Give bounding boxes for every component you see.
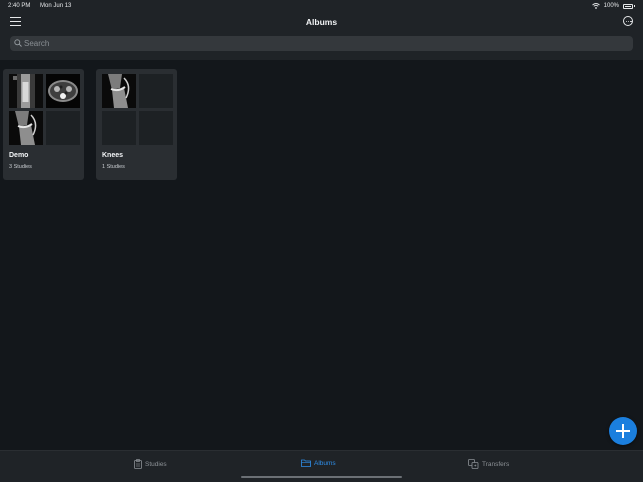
add-album-button[interactable] [609, 417, 637, 445]
xray-thumbnail [9, 74, 43, 108]
tab-label: Transfers [482, 460, 510, 468]
search-icon [14, 39, 22, 47]
knee-mri-thumbnail [9, 111, 43, 145]
status-date: Mon Jun 13 [40, 3, 72, 9]
album-name: Demo [9, 152, 29, 159]
clipboard-icon [134, 459, 142, 469]
battery-percent: 100% [603, 3, 619, 9]
status-time: 2:40 PM [8, 3, 31, 9]
ct-scan-thumbnail [46, 74, 80, 108]
more-options-icon[interactable] [623, 16, 633, 26]
knee-mri-thumbnail [102, 74, 136, 108]
page-title: Albums [305, 17, 338, 27]
empty-thumbnail [139, 111, 173, 145]
folder-icon [301, 459, 311, 467]
album-card-knees[interactable]: Knees 1 Studies [96, 69, 177, 180]
album-study-count: 3 Studies [9, 164, 32, 170]
tab-albums[interactable]: Albums [301, 459, 336, 467]
home-indicator [241, 476, 402, 478]
tab-studies[interactable]: Studies [134, 459, 167, 469]
album-study-count: 1 Studies [102, 164, 125, 170]
battery-icon [623, 3, 633, 9]
battery-tip [634, 5, 635, 7]
album-name: Knees [102, 152, 124, 159]
tab-label: Albums [314, 459, 336, 467]
status-time-date: 2:40 PM Mon Jun 13 [8, 3, 71, 9]
search-box[interactable] [10, 36, 633, 51]
album-thumbnail-grid [9, 74, 80, 145]
status-bar: 2:40 PM Mon Jun 13 100% [0, 0, 643, 12]
tab-label: Studies [145, 460, 167, 468]
wifi-icon [591, 3, 600, 9]
nav-bar: Albums [0, 12, 643, 34]
search-bar-container [0, 34, 643, 60]
album-card-demo[interactable]: Demo 3 Studies [3, 69, 84, 180]
transfer-icon [468, 459, 479, 469]
tab-transfers[interactable]: Transfers [468, 459, 509, 469]
empty-thumbnail [102, 111, 136, 145]
empty-thumbnail [46, 111, 80, 145]
empty-thumbnail [139, 74, 173, 108]
status-right: 100% [591, 3, 635, 9]
search-input[interactable] [24, 36, 614, 51]
album-thumbnail-grid [102, 74, 173, 145]
